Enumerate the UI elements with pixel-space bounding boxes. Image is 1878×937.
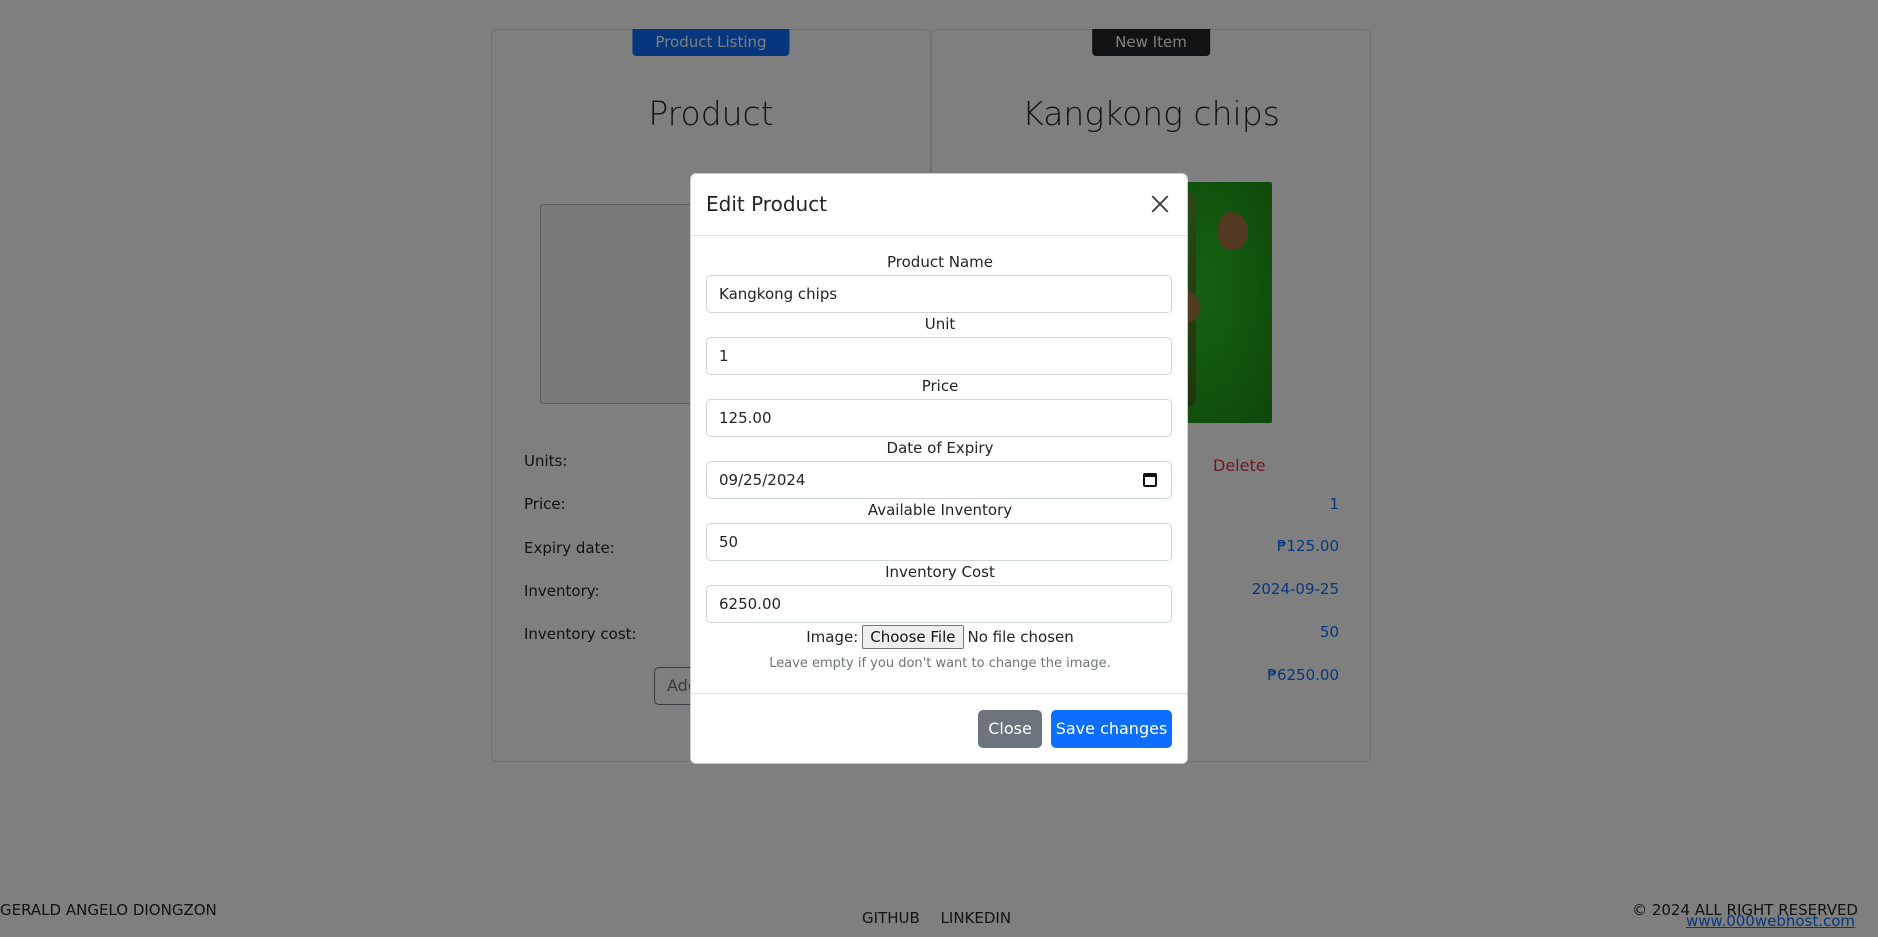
unit-input[interactable]: 1 — [706, 337, 1172, 375]
image-help-text: Leave empty if you don't want to change … — [769, 656, 1111, 671]
product-name-input[interactable]: Kangkong chips — [706, 275, 1172, 313]
modal-header: Edit Product — [691, 174, 1187, 236]
inventory-cost-label: Inventory Cost — [885, 563, 995, 581]
available-inventory-input[interactable]: 50 — [706, 523, 1172, 561]
modal-body: Product Name Kangkong chips Unit 1 Price… — [691, 236, 1189, 671]
expiry-date-input[interactable]: 09/25/2024 — [706, 461, 1172, 499]
price-input[interactable]: 125.00 — [706, 399, 1172, 437]
no-file-text: No file chosen — [967, 628, 1074, 646]
save-changes-button[interactable]: Save changes — [1051, 710, 1172, 748]
modal-footer: Close Save changes — [691, 693, 1187, 763]
modal-title: Edit Product — [706, 192, 828, 216]
unit-label: Unit — [924, 315, 956, 333]
product-name-label: Product Name — [887, 253, 993, 271]
close-icon[interactable] — [1147, 191, 1173, 217]
price-label: Price — [921, 377, 959, 395]
image-upload-row: Image: Choose File No file chosen — [691, 625, 1189, 649]
expiry-date-value: 09/25/2024 — [719, 471, 806, 489]
inventory-cost-input[interactable]: 6250.00 — [706, 585, 1172, 623]
edit-product-modal: Edit Product Product Name Kangkong chips… — [690, 173, 1188, 764]
expiry-date-label: Date of Expiry — [886, 439, 994, 457]
calendar-icon[interactable] — [1143, 473, 1157, 487]
close-button[interactable]: Close — [978, 710, 1042, 748]
image-label: Image: — [806, 628, 859, 646]
choose-file-button[interactable]: Choose File — [862, 625, 964, 649]
available-inventory-label: Available Inventory — [867, 501, 1013, 519]
